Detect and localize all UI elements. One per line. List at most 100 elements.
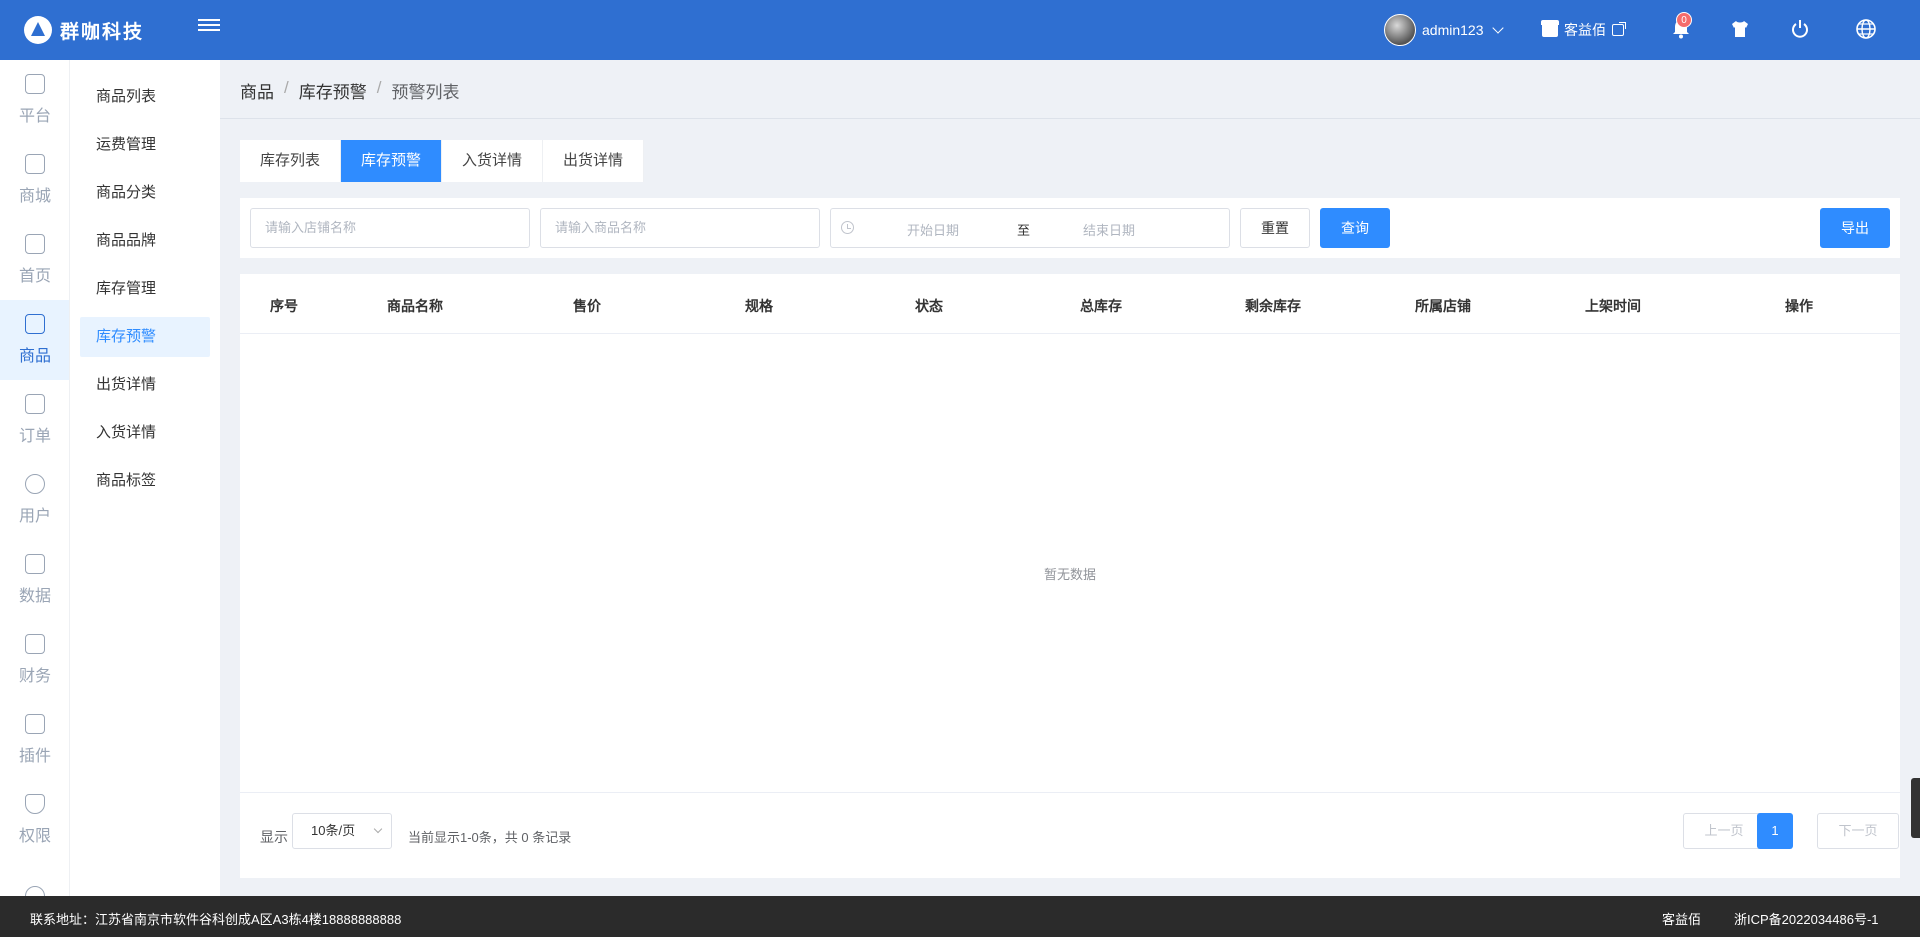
brand-logo[interactable]: 群咖科技 xyxy=(24,14,144,46)
page-size-select[interactable]: 10条/页 xyxy=(292,813,392,849)
tab-stock-warning[interactable]: 库存预警 xyxy=(341,140,443,182)
footer: 联系地址：江苏省南京市软件谷科创成A区A3栋4楼18888888888 客益佰 … xyxy=(0,896,1920,937)
submenu-item-tags[interactable]: 商品标签 xyxy=(80,461,210,501)
footer-icp-link[interactable]: 浙ICP备2022034486号-1 xyxy=(1734,909,1879,928)
submenu-item-stock[interactable]: 库存管理 xyxy=(80,269,210,309)
column-header: 操作 xyxy=(1785,298,1813,314)
column-header: 规格 xyxy=(745,298,773,314)
home-icon xyxy=(25,234,45,254)
tab-bar: 库存列表 库存预警 入货详情 出货详情 xyxy=(240,140,645,182)
column-header: 序号 xyxy=(270,298,298,314)
external-link-icon xyxy=(1612,22,1626,36)
nav-item-data[interactable]: 数据 xyxy=(0,540,69,620)
store-icon xyxy=(1541,20,1559,37)
page-size-label: 显示 xyxy=(260,829,288,845)
page-number-current[interactable]: 1 xyxy=(1757,813,1793,849)
store-name: 客益佰 xyxy=(1564,22,1606,38)
nav-item-finance[interactable]: 财务 xyxy=(0,620,69,700)
nav-label: 平台 xyxy=(18,108,51,125)
nav-item-goods[interactable]: 商品 xyxy=(0,300,69,380)
nav-item-plugin[interactable]: 插件 xyxy=(0,700,69,780)
secondary-nav: 商品列表 运费管理 商品分类 商品品牌 库存管理 库存预警 出货详情 入货详情 … xyxy=(70,60,220,896)
nav-label: 首页 xyxy=(18,268,51,285)
menu-toggle-icon[interactable] xyxy=(198,16,220,38)
prev-page-button[interactable]: 上一页 xyxy=(1683,813,1765,849)
top-header: 群咖科技 admin123 客益佰 0 xyxy=(0,0,1920,60)
user-menu[interactable]: admin123 xyxy=(1384,14,1504,46)
nav-item-order[interactable]: 订单 xyxy=(0,380,69,460)
submenu-item-goods-list[interactable]: 商品列表 xyxy=(80,77,210,117)
submenu-item-inbound[interactable]: 入货详情 xyxy=(80,413,210,453)
warning-table: 序号 商品名称 售价 规格 状态 总库存 剩余库存 所属店铺 上架时间 操作 暂… xyxy=(240,274,1900,878)
main-content: 商品 / 库存预警 / 预警列表 库存列表 库存预警 入货详情 出货详情 请输入… xyxy=(220,60,1920,896)
theme-shirt-icon[interactable] xyxy=(1730,19,1750,39)
chevron-down-icon xyxy=(1491,22,1504,34)
goods-name-input[interactable]: 请输入商品名称 xyxy=(540,208,820,248)
page-size-value: 10条/页 xyxy=(311,823,356,838)
nav-item-user[interactable]: 用户 xyxy=(0,460,69,540)
submenu-item-brand[interactable]: 商品品牌 xyxy=(80,221,210,261)
date-range-separator: 至 xyxy=(1017,223,1031,238)
submenu-item-category[interactable]: 商品分类 xyxy=(80,173,210,213)
platform-icon xyxy=(25,74,45,94)
record-info: 当前显示1-0条，共 0 条记录 xyxy=(408,830,572,845)
nav-item-platform[interactable]: 平台 xyxy=(0,60,69,140)
clock-icon xyxy=(841,221,854,234)
store-link[interactable]: 客益佰 xyxy=(1541,20,1626,40)
footer-address: 联系地址：江苏省南京市软件谷科创成A区A3栋4楼18888888888 xyxy=(30,912,402,927)
footer-brand: 客益佰 xyxy=(1662,912,1702,927)
side-drawer-handle[interactable] xyxy=(1911,778,1920,838)
nav-label: 权限 xyxy=(18,828,51,845)
nav-label: 商品 xyxy=(18,348,51,365)
permission-icon xyxy=(25,794,45,814)
nav-item-settings[interactable] xyxy=(0,860,69,896)
mall-icon xyxy=(25,154,45,174)
next-page-button[interactable]: 下一页 xyxy=(1817,813,1899,849)
user-icon xyxy=(25,474,45,494)
end-date-input[interactable]: 结束日期 xyxy=(1083,220,1135,239)
submenu-item-outbound[interactable]: 出货详情 xyxy=(80,365,210,405)
nav-item-mall[interactable]: 商城 xyxy=(0,140,69,220)
nav-item-permission[interactable]: 权限 xyxy=(0,780,69,860)
avatar xyxy=(1384,14,1416,46)
breadcrumb-separator: / xyxy=(376,78,382,97)
chevron-down-icon xyxy=(373,824,383,834)
order-icon xyxy=(25,394,45,414)
plugin-icon xyxy=(25,714,45,734)
breadcrumb-item[interactable]: 商品 xyxy=(240,78,274,103)
column-header: 上架时间 xyxy=(1585,298,1641,314)
nav-label: 插件 xyxy=(18,748,51,765)
language-globe-icon[interactable] xyxy=(1855,18,1877,40)
settings-icon xyxy=(25,886,45,896)
date-range-picker[interactable]: 开始日期 至 结束日期 xyxy=(830,208,1230,248)
column-header: 剩余库存 xyxy=(1245,298,1301,314)
empty-state-text: 暂无数据 xyxy=(1043,567,1096,582)
start-date-input[interactable]: 开始日期 xyxy=(907,220,959,239)
search-button[interactable]: 查询 xyxy=(1320,208,1390,248)
logo-icon xyxy=(24,16,52,44)
nav-item-home[interactable]: 首页 xyxy=(0,220,69,300)
submenu-item-stock-warning[interactable]: 库存预警 xyxy=(80,317,210,357)
export-button[interactable]: 导出 xyxy=(1820,208,1890,248)
column-header: 所属店铺 xyxy=(1415,298,1471,314)
finance-icon xyxy=(25,634,45,654)
nav-label: 用户 xyxy=(18,508,51,525)
tab-outbound-details[interactable]: 出货详情 xyxy=(543,140,645,182)
tab-stock-list[interactable]: 库存列表 xyxy=(240,140,342,182)
tab-inbound-details[interactable]: 入货详情 xyxy=(442,140,544,182)
goods-icon xyxy=(25,314,45,334)
filter-bar: 请输入店铺名称 请输入商品名称 开始日期 至 结束日期 重置 查询 导出 xyxy=(240,198,1900,258)
table-header: 序号 商品名称 售价 规格 状态 总库存 剩余库存 所属店铺 上架时间 操作 xyxy=(240,274,1900,334)
divider xyxy=(220,118,1920,119)
logo-text: 群咖科技 xyxy=(60,21,145,43)
submenu-item-shipping-fee[interactable]: 运费管理 xyxy=(80,125,210,165)
primary-nav: 平台 商城 首页 商品 订单 用户 数据 财务 插件 权限 xyxy=(0,60,70,896)
pagination: 显示 10条/页 当前显示1-0条，共 0 条记录 上一页 1 下一页 xyxy=(240,793,1900,878)
nav-label: 订单 xyxy=(18,428,51,445)
column-header: 总库存 xyxy=(1080,298,1122,314)
data-icon xyxy=(25,554,45,574)
store-name-input[interactable]: 请输入店铺名称 xyxy=(250,208,530,248)
reset-button[interactable]: 重置 xyxy=(1240,208,1310,248)
power-icon[interactable] xyxy=(1790,19,1810,39)
breadcrumb-item[interactable]: 库存预警 xyxy=(299,78,367,103)
